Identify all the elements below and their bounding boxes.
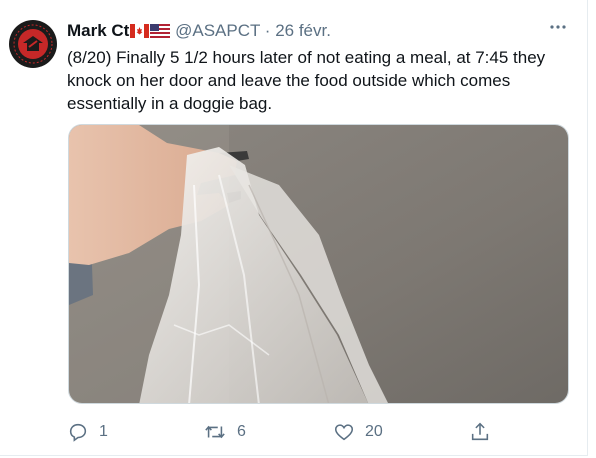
tweet-header: Mark Ct @ASAPCT · 26 févr. — [67, 20, 567, 42]
reply-icon — [69, 423, 87, 442]
tweet-actions: 1 6 20 — [67, 420, 497, 444]
retweet-icon — [205, 425, 225, 439]
antifa-logo-icon — [10, 21, 56, 67]
like-button[interactable]: 20 — [333, 420, 383, 444]
canada-flag-icon — [130, 22, 150, 44]
retweet-count: 6 — [237, 423, 246, 440]
heart-icon — [334, 424, 354, 441]
separator-dot: · — [264, 21, 271, 40]
reply-count: 1 — [99, 423, 108, 440]
avatar[interactable] — [9, 20, 57, 68]
reply-button[interactable]: 1 — [67, 420, 108, 444]
share-button[interactable] — [469, 420, 501, 444]
tweet-text: (8/20) Finally 5 1/2 hours later of not … — [67, 48, 546, 113]
tweet-date[interactable]: 26 févr. — [275, 21, 331, 40]
retweet-button[interactable]: 6 — [203, 420, 246, 444]
handle[interactable]: @ASAPCT — [175, 21, 260, 40]
tweet-photo[interactable] — [68, 124, 569, 404]
more-dots-icon[interactable] — [549, 20, 567, 38]
like-count: 20 — [365, 423, 383, 440]
tweet-card[interactable]: Mark Ct @ASAPCT · 26 févr. (8/20) Finall… — [0, 0, 588, 456]
display-name[interactable]: Mark Ct — [67, 21, 129, 40]
usa-flag-icon — [150, 22, 171, 44]
share-icon — [471, 422, 489, 441]
hand-holding-plastic-bag-photo — [69, 125, 568, 403]
